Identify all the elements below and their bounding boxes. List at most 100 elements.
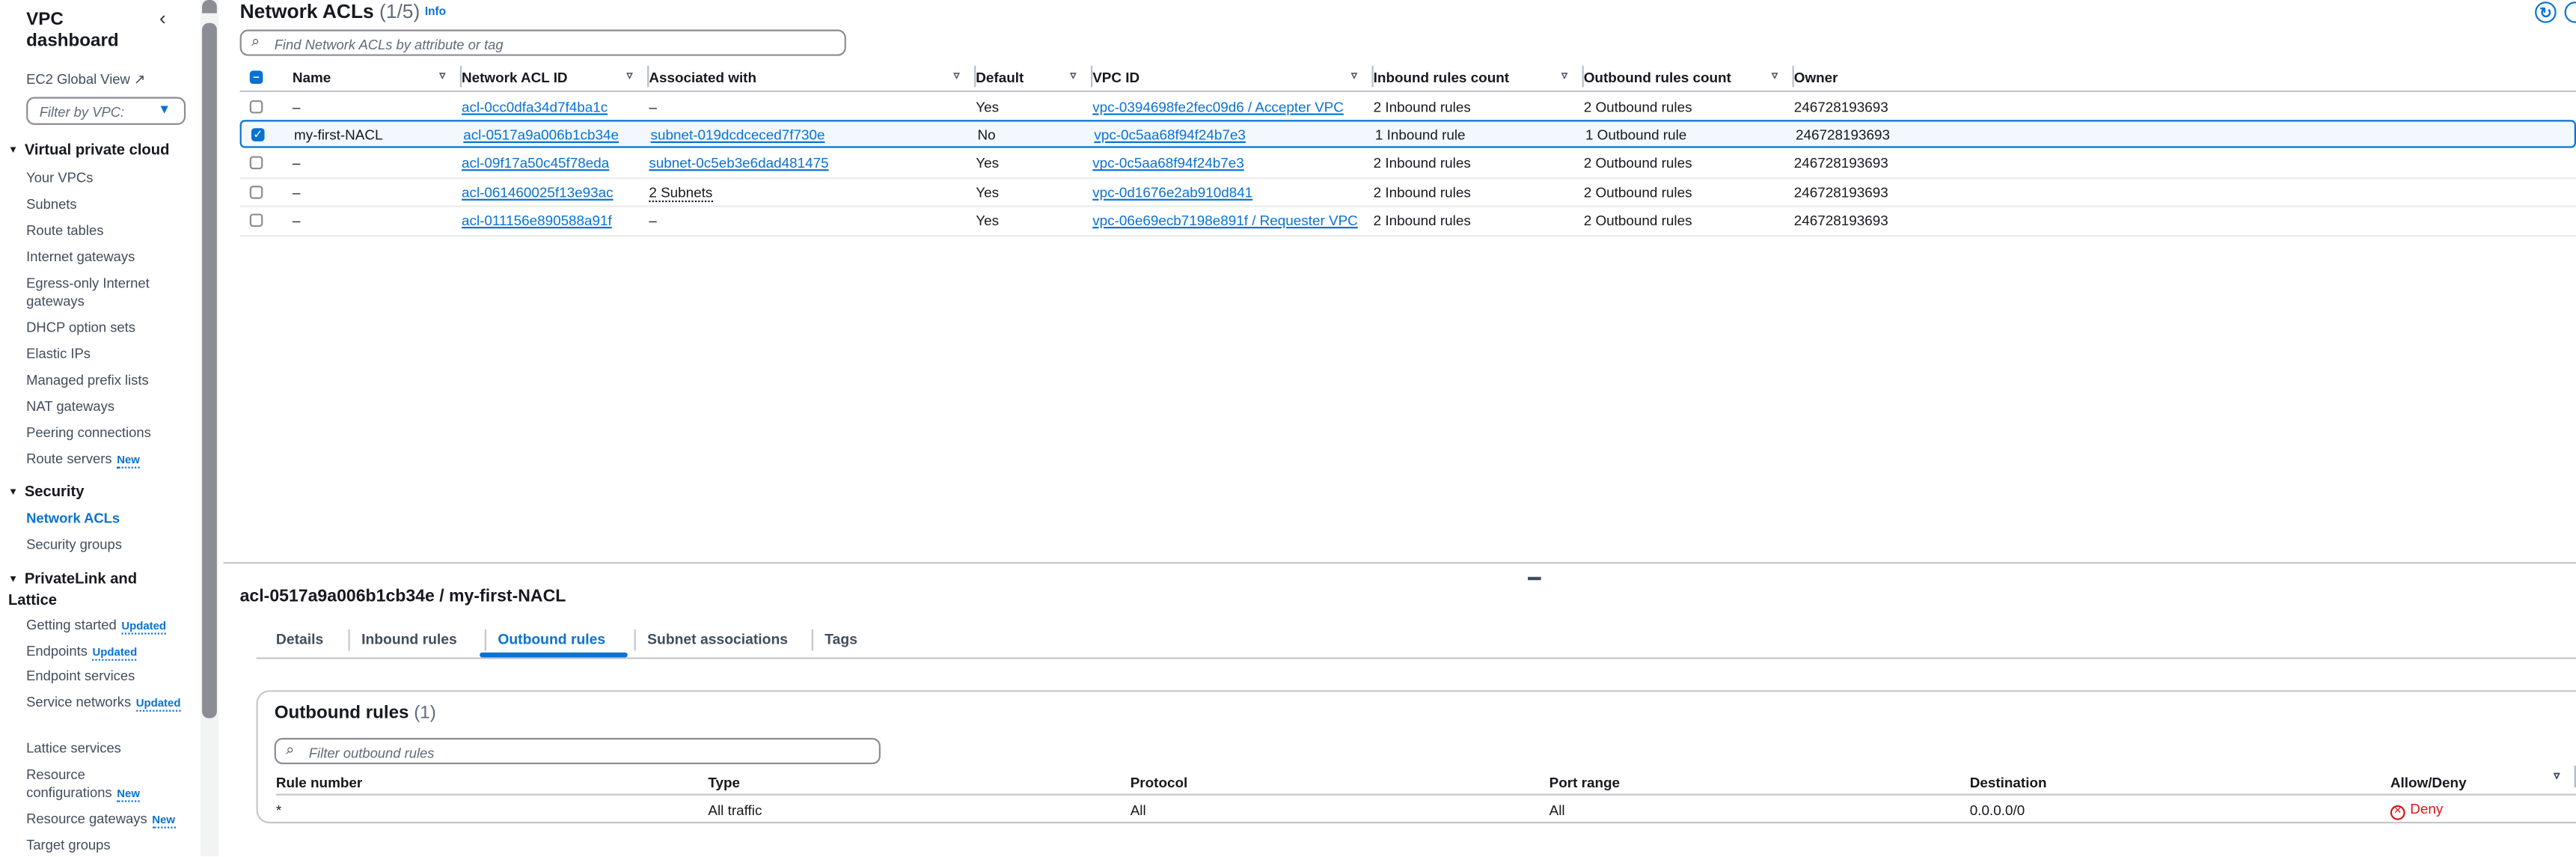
settings-icon[interactable] bbox=[2564, 1, 2576, 23]
checkbox-cell: ✓ bbox=[242, 128, 294, 141]
scrollbar-up[interactable] bbox=[202, 0, 217, 13]
column-header[interactable]: Name ▿ bbox=[293, 65, 462, 88]
drag-handle-icon[interactable] bbox=[1528, 576, 1541, 580]
vpc-id-link[interactable]: vpc-0c5aa68f94f24b7e3 bbox=[1094, 126, 1246, 143]
associated-with[interactable]: 2 Subnets bbox=[649, 183, 713, 202]
rules-column-header[interactable]: Allow/Deny bbox=[2390, 773, 2576, 790]
column-header[interactable]: Default ▿ bbox=[976, 65, 1093, 88]
table-row[interactable]: – acl-09f17a50c45f78eda subnet-0c5eb3e6dad… bbox=[239, 149, 2576, 179]
collapse-sidebar-icon[interactable]: ‹ bbox=[159, 7, 166, 30]
sidebar-item[interactable]: Endpoint services bbox=[26, 667, 191, 685]
rules-column-header[interactable]: Rule number ▿ bbox=[276, 766, 2576, 790]
sort-icon[interactable]: ▿ bbox=[954, 69, 960, 82]
sidebar-item[interactable]: Route tables bbox=[26, 222, 191, 240]
column-header[interactable]: Network ACL ID ▿ bbox=[462, 65, 649, 88]
column-header[interactable]: Associated with ▿ bbox=[649, 65, 976, 88]
sidebar-item[interactable]: Resource configurations New bbox=[26, 766, 191, 804]
sidebar-item[interactable]: Managed prefix lists bbox=[26, 371, 191, 389]
sidebar-item[interactable]: Internet gateways bbox=[26, 248, 191, 266]
vpc-id-link[interactable]: vpc-0d1676e2ab910d841 bbox=[1092, 183, 1252, 200]
vpc-id-link[interactable]: vpc-06e69ecb7198e891f / Requester VPC bbox=[1092, 212, 1358, 228]
acl-id-link[interactable]: acl-0cc0dfa34d7f4ba1c bbox=[462, 98, 608, 115]
sidebar-item[interactable]: Network ACLs bbox=[26, 510, 191, 528]
row-checkbox[interactable] bbox=[249, 213, 263, 228]
info-link[interactable]: Info bbox=[425, 7, 446, 18]
split-panel-divider[interactable] bbox=[223, 561, 2576, 564]
rules-column-label: Type bbox=[708, 773, 741, 790]
sidebar-item[interactable]: DHCP option sets bbox=[26, 319, 191, 337]
tab-inbound-rules[interactable]: Inbound rules bbox=[361, 631, 457, 647]
select-all-checkbox[interactable]: – bbox=[249, 70, 263, 84]
sidebar-item[interactable]: Subnets bbox=[26, 195, 191, 213]
refresh-icon[interactable]: ↻ bbox=[2535, 1, 2557, 23]
sort-icon[interactable]: ▿ bbox=[2554, 769, 2560, 782]
cell-acl-id-link: acl-0cc0dfa34d7f4ba1c bbox=[462, 98, 649, 115]
filter-outbound-rules-input[interactable]: ⌕ Filter outbound rules bbox=[274, 737, 881, 765]
associated-with[interactable]: subnet-0c5eb3e6dad481475 bbox=[649, 155, 828, 171]
sidebar-item[interactable]: Lattice services bbox=[26, 739, 191, 757]
sort-icon[interactable]: ▿ bbox=[1071, 69, 1077, 82]
sidebar-item[interactable]: Your VPCs bbox=[26, 169, 191, 187]
sort-icon[interactable]: ▿ bbox=[627, 69, 633, 82]
column-header[interactable]: Owner bbox=[1794, 69, 2576, 85]
row-checkbox[interactable]: ✓ bbox=[251, 128, 265, 141]
tab-subnet-associations[interactable]: Subnet associations bbox=[647, 631, 788, 647]
vpc-filter-select[interactable]: Filter by VPC: ▼ bbox=[26, 97, 186, 125]
cell-associated-with: 2 Subnets bbox=[649, 183, 976, 202]
rules-column-header[interactable]: Port range ▿ bbox=[1549, 766, 2576, 790]
sidebar-section-0[interactable]: ▼ Virtual private cloud bbox=[8, 141, 169, 162]
sidebar-item[interactable]: Endpoints Updated bbox=[26, 643, 191, 662]
sidebar-item[interactable]: Route servers New bbox=[26, 451, 191, 470]
cell-inbound-count: 2 Inbound rules bbox=[1374, 98, 1584, 115]
table-row[interactable]: – acl-011156e890588a91f – Yes vpc-06e69ecb71… bbox=[239, 207, 2576, 237]
vpc-id-link[interactable]: vpc-0394698fe2fec09d6 / Accepter VPC bbox=[1092, 98, 1344, 115]
rules-column-header[interactable]: Protocol ▿ bbox=[1131, 766, 2576, 790]
table-row[interactable]: – acl-061460025f13e93ac 2 Subnets Yes vpc-0d… bbox=[239, 178, 2576, 208]
tab-tags[interactable]: Tags bbox=[824, 631, 857, 647]
tab-details[interactable]: Details bbox=[276, 631, 323, 647]
sidebar-item[interactable]: Peering connections bbox=[26, 424, 191, 442]
page-title-text: Network ACLs bbox=[239, 0, 374, 23]
rules-column-header[interactable]: Type ▿ bbox=[708, 766, 2576, 790]
scrollbar-thumb[interactable] bbox=[202, 22, 217, 719]
acl-id-link[interactable]: acl-061460025f13e93ac bbox=[462, 183, 614, 200]
sort-icon[interactable]: ▿ bbox=[1772, 69, 1778, 82]
table-row[interactable]: ✓ my-first-NACL acl-0517a9a006b1cb34e subne… bbox=[239, 121, 2576, 149]
sidebar-item-label: Managed prefix lists bbox=[26, 371, 149, 388]
table-row[interactable]: – acl-0cc0dfa34d7f4ba1c – Yes vpc-0394698fe2… bbox=[239, 92, 2576, 122]
column-header[interactable]: Outbound rules count ▿ bbox=[1584, 65, 1794, 88]
sidebar-item[interactable]: Getting started Updated bbox=[26, 616, 191, 635]
acl-id-link[interactable]: acl-0517a9a006b1cb34e bbox=[463, 126, 619, 143]
sidebar-section-1[interactable]: ▼ Security bbox=[8, 484, 84, 504]
sidebar-title[interactable]: VPC dashboard bbox=[26, 10, 158, 52]
sort-icon[interactable]: ▿ bbox=[439, 69, 445, 82]
sidebar-item[interactable]: Target groups bbox=[26, 837, 191, 855]
tab-outbound-rules[interactable]: Outbound rules bbox=[498, 631, 605, 647]
sidebar-item[interactable]: Elastic IPs bbox=[26, 345, 191, 363]
search-input[interactable]: ⌕ Find Network ACLs by attribute or tag bbox=[239, 29, 846, 56]
row-checkbox[interactable] bbox=[249, 185, 263, 199]
acl-id-link[interactable]: acl-09f17a50c45f78eda bbox=[462, 155, 609, 171]
row-checkbox[interactable] bbox=[249, 99, 263, 113]
ec2-global-view-link[interactable]: EC2 Global View ↗ bbox=[26, 70, 191, 88]
cell-name: – bbox=[293, 212, 462, 228]
acl-id-link[interactable]: acl-011156e890588a91f bbox=[462, 212, 612, 228]
sidebar-item-badge: Updated bbox=[121, 621, 167, 635]
column-header[interactable]: VPC ID ▿ bbox=[1092, 65, 1374, 88]
inbound-count: 2 Inbound rules bbox=[1373, 97, 1471, 115]
rules-column-header[interactable]: Destination ▿ bbox=[1970, 766, 2576, 790]
sidebar-section-2[interactable]: ▼ PrivateLink and Lattice bbox=[8, 570, 165, 610]
row-checkbox[interactable] bbox=[249, 156, 263, 170]
vpc-id-link[interactable]: vpc-0c5aa68f94f24b7e3 bbox=[1092, 155, 1244, 171]
sort-icon[interactable]: ▿ bbox=[1561, 69, 1567, 82]
sidebar-item[interactable]: Resource gateways New bbox=[26, 811, 191, 830]
associated-with[interactable]: subnet-019dcdceced7f730e bbox=[651, 126, 825, 143]
sidebar-item[interactable]: Egress-only Internet gateways bbox=[26, 275, 191, 311]
column-header[interactable]: Inbound rules count ▿ bbox=[1374, 65, 1584, 88]
sidebar-scrollbar[interactable] bbox=[200, 0, 219, 857]
sidebar-item[interactable]: NAT gateways bbox=[26, 397, 191, 415]
sort-icon[interactable]: ▿ bbox=[1351, 69, 1357, 82]
sidebar-item[interactable]: Security groups bbox=[26, 536, 191, 554]
sidebar-item[interactable]: Service networks Updated bbox=[26, 694, 191, 713]
sidebar-item-label: Your VPCs bbox=[26, 169, 94, 186]
